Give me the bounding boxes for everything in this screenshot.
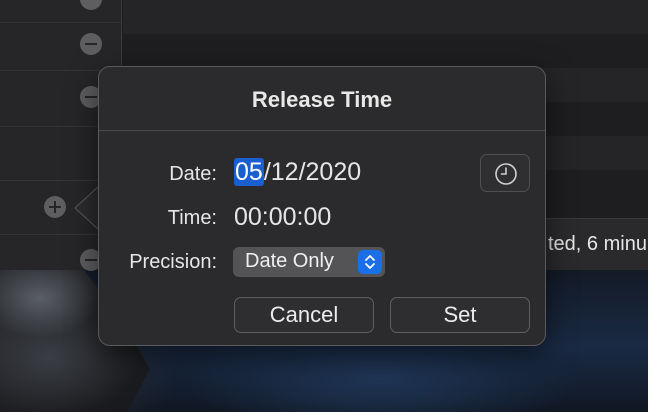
sidebar-divider xyxy=(0,22,121,23)
cancel-button[interactable]: Cancel xyxy=(234,297,374,333)
clock-button[interactable] xyxy=(480,154,530,192)
content-row xyxy=(123,0,648,34)
time-field: 00:00:00 xyxy=(234,203,332,231)
set-button[interactable]: Set xyxy=(390,297,530,333)
minus-circle-icon[interactable] xyxy=(80,0,102,10)
precision-value: Date Only xyxy=(245,250,334,272)
date-rest-segments[interactable]: /12/2020 xyxy=(264,158,361,186)
up-down-chevron-icon xyxy=(358,250,382,274)
date-label: Date: xyxy=(169,163,217,185)
plus-circle-icon[interactable] xyxy=(44,196,66,218)
minus-circle-icon[interactable] xyxy=(80,33,102,55)
date-field[interactable]: 05/12/2020 xyxy=(234,158,361,188)
precision-label: Precision: xyxy=(129,251,217,273)
title-divider xyxy=(99,130,545,131)
popover-title: Release Time xyxy=(251,87,393,112)
status-text: ted, 6 minu xyxy=(548,233,647,255)
clock-icon xyxy=(495,163,517,185)
release-time-popover: Release Time Date: 05/12/2020 Time: 00:0… xyxy=(98,66,546,346)
precision-select[interactable]: Date Only xyxy=(233,247,385,277)
time-label: Time: xyxy=(167,207,217,229)
date-month-segment[interactable]: 05 xyxy=(234,158,264,186)
content-row xyxy=(123,34,648,68)
